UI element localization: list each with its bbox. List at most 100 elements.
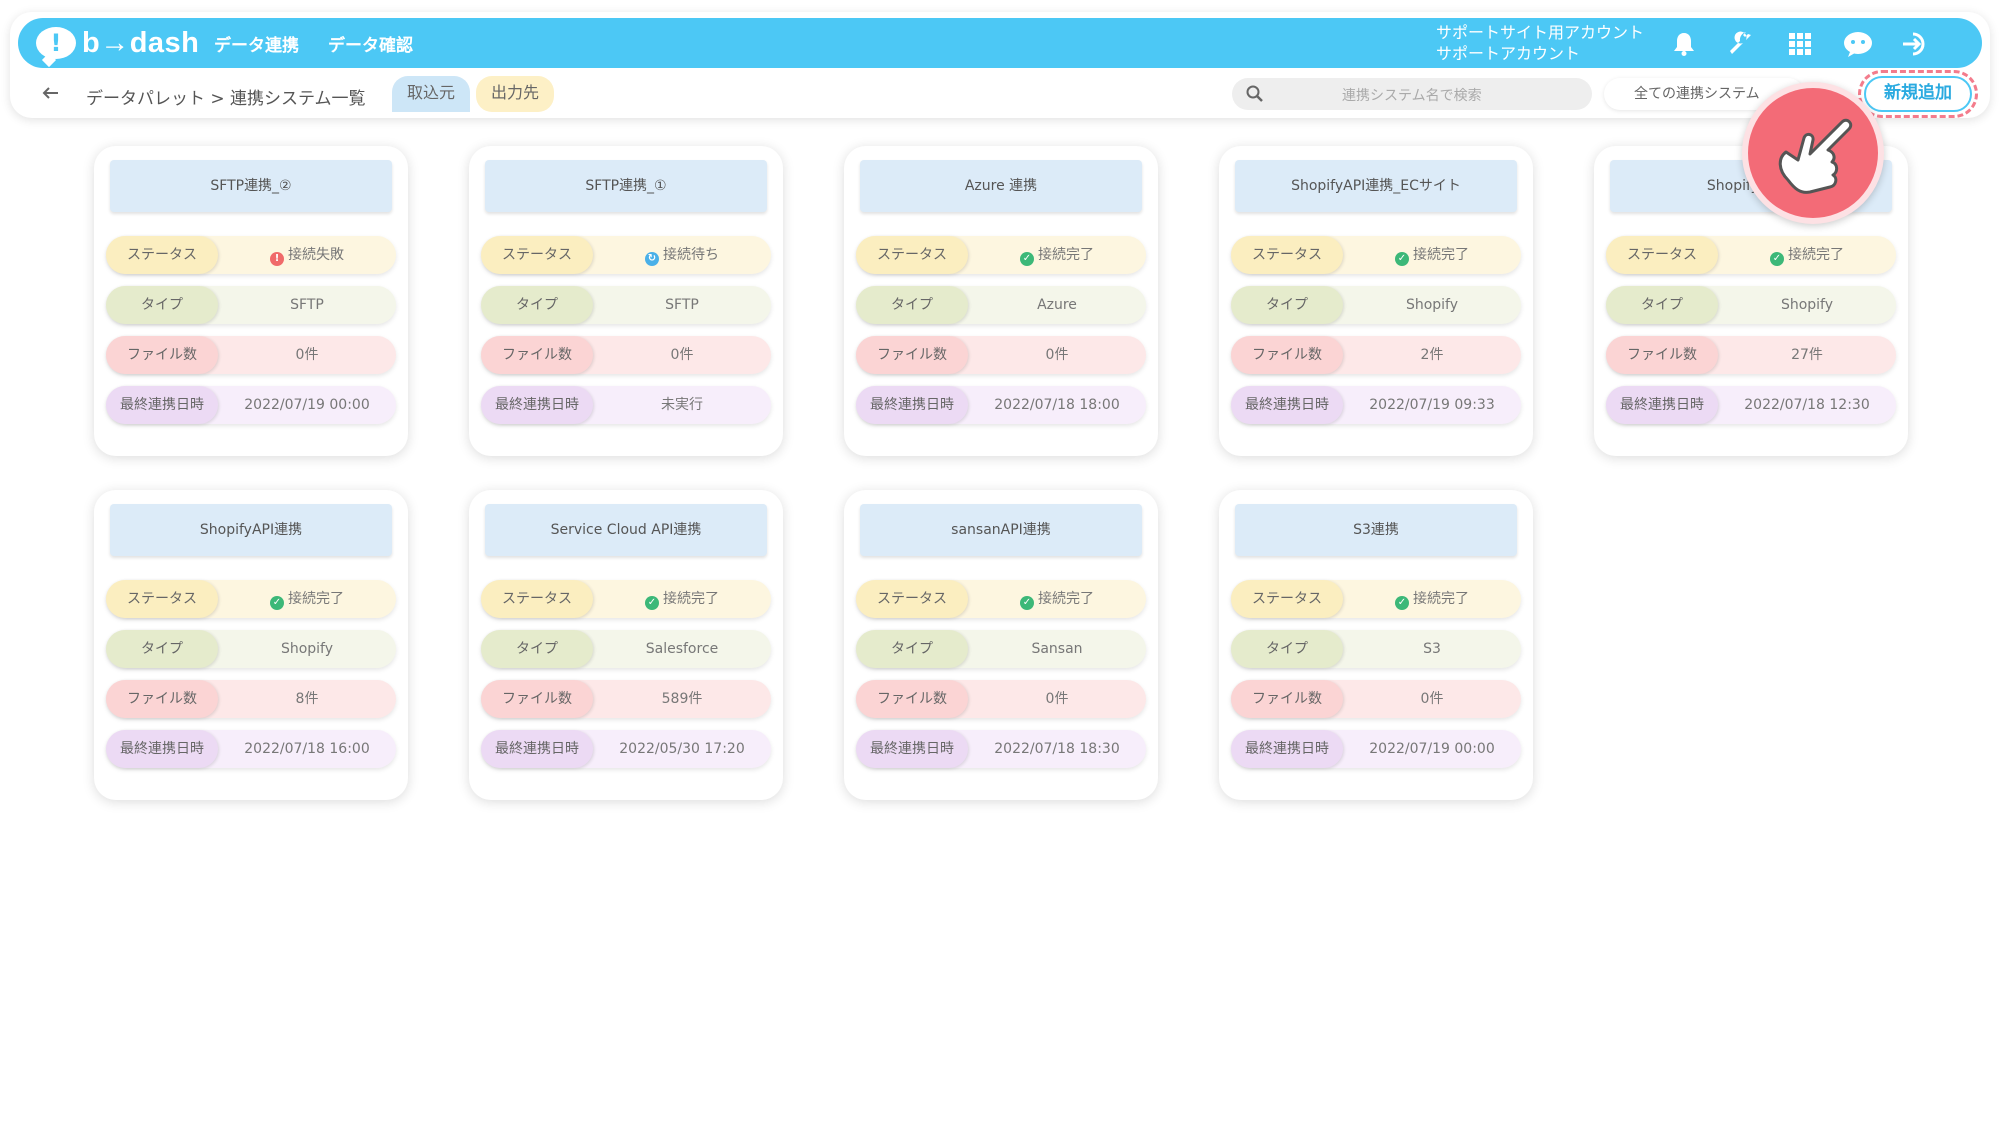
system-card[interactable]: S3連携 ステータス ✓ 接続完了 タイプ S3 ファイル数 0件 最終連携日時 … [1219, 490, 1533, 800]
type-row: タイプ Salesforce [481, 630, 771, 668]
system-card[interactable]: Service Cloud API連携 ステータス ✓ 接続完了 タイプ Sale… [469, 490, 783, 800]
last-sync-label: 最終連携日時 [856, 730, 968, 768]
system-card[interactable]: SFTP連携_① ステータス ↻ 接続待ち タイプ SFTP ファイル数 0件 最… [469, 146, 783, 456]
type-row: タイプ SFTP [481, 286, 771, 324]
status-row: ステータス ↻ 接続待ち [481, 236, 771, 274]
status-row: ステータス ✓ 接続完了 [106, 580, 396, 618]
account-site: サポートサイト用アカウント [1436, 23, 1645, 42]
file-count-label: ファイル数 [856, 680, 968, 718]
last-sync-value: 2022/05/30 17:20 [619, 741, 745, 757]
system-card[interactable]: SFTP連携_② ステータス ! 接続失敗 タイプ SFTP ファイル数 0件 最… [94, 146, 408, 456]
last-sync-value: 未実行 [661, 397, 703, 413]
file-count-row: ファイル数 0件 [481, 336, 771, 374]
card-title[interactable]: Service Cloud API連携 [485, 504, 767, 556]
last-sync-row: 最終連携日時 2022/07/19 00:00 [1231, 730, 1521, 768]
status-value: ✓ 接続完了 [968, 580, 1146, 618]
status-label: ステータス [1606, 236, 1718, 274]
type-value: Salesforce [645, 641, 719, 657]
file-count-row: ファイル数 8件 [106, 680, 396, 718]
search-placeholder: 連携システム名で検索 [1342, 88, 1482, 104]
nav-data-integration[interactable]: データ連携 [214, 31, 299, 56]
file-count-value: 27件 [1791, 347, 1823, 363]
logout-icon[interactable] [1898, 26, 1934, 62]
card-title[interactable]: SFTP連携_① [485, 160, 767, 212]
file-count-label: ファイル数 [1231, 680, 1343, 718]
file-count-label: ファイル数 [481, 336, 593, 374]
file-count-value: 0件 [1045, 691, 1069, 707]
type-label: タイプ [481, 630, 593, 668]
top-navigation-bar: ! b→dash データ連携 データ確認 サポートサイト用アカウント サポートア… [18, 18, 1982, 68]
status-label: ステータス [481, 580, 593, 618]
status-value: ✓ 接続完了 [1343, 580, 1521, 618]
last-sync-value: 2022/07/18 16:00 [244, 741, 370, 757]
file-count-row: ファイル数 27件 [1606, 336, 1896, 374]
file-count-value: 0件 [1420, 691, 1444, 707]
type-row: タイプ Sansan [856, 630, 1146, 668]
card-title[interactable]: ShopifyAPI連携_ECサイト [1235, 160, 1517, 212]
nav-data-check[interactable]: データ確認 [328, 31, 413, 56]
last-sync-value: 2022/07/19 00:00 [244, 397, 370, 413]
status-label: ステータス [1231, 580, 1343, 618]
add-new-button[interactable]: 新規追加 [1858, 70, 1978, 118]
type-value: Azure [1037, 297, 1077, 313]
status-ok-icon: ✓ [270, 596, 284, 610]
type-label: タイプ [1231, 286, 1343, 324]
system-card[interactable]: ShopifyAPI連携 ステータス ✓ 接続完了 タイプ Shopify ファイ… [94, 490, 408, 800]
file-count-label: ファイル数 [1606, 336, 1718, 374]
type-value: Shopify [280, 641, 334, 657]
search-icon [1246, 85, 1263, 102]
logo[interactable]: ! b→dash [36, 25, 199, 61]
card-title[interactable]: ShopifyAPI連携 [110, 504, 392, 556]
breadcrumb: データパレット > 連携システム一覧 [86, 89, 366, 109]
status-row: ステータス ✓ 接続完了 [1231, 236, 1521, 274]
status-ok-icon: ✓ [1020, 596, 1034, 610]
file-count-label: ファイル数 [481, 680, 593, 718]
file-count-row: ファイル数 0件 [1231, 680, 1521, 718]
status-ok-icon: ✓ [1770, 252, 1784, 266]
type-label: タイプ [1231, 630, 1343, 668]
card-title[interactable]: Azure 連携 [860, 160, 1142, 212]
type-row: タイプ SFTP [106, 286, 396, 324]
type-value: SFTP [290, 297, 324, 313]
last-sync-row: 最終連携日時 2022/07/18 18:00 [856, 386, 1146, 424]
bell-icon[interactable] [1666, 26, 1702, 62]
last-sync-row: 最終連携日時 未実行 [481, 386, 771, 424]
type-value: S3 [1423, 641, 1441, 657]
account-info[interactable]: サポートサイト用アカウント サポートアカウント [1436, 22, 1644, 64]
system-card[interactable]: ShopifyAPI連携_ECサイト ステータス ✓ 接続完了 タイプ Shopi… [1219, 146, 1533, 456]
last-sync-label: 最終連携日時 [1606, 386, 1718, 424]
status-ok-icon: ✓ [1395, 596, 1409, 610]
system-card[interactable]: sansanAPI連携 ステータス ✓ 接続完了 タイプ Sansan ファイル数… [844, 490, 1158, 800]
type-row: タイプ Shopify [1606, 286, 1896, 324]
file-count-value: 0件 [1045, 347, 1069, 363]
system-card[interactable]: Azure 連携 ステータス ✓ 接続完了 タイプ Azure ファイル数 0件 … [844, 146, 1158, 456]
last-sync-row: 最終連携日時 2022/07/18 16:00 [106, 730, 396, 768]
logo-bubble-icon: ! [36, 27, 76, 59]
card-title[interactable]: SFTP連携_② [110, 160, 392, 212]
tab-export-destination[interactable]: 出力先 [476, 76, 554, 112]
back-arrow-icon[interactable] [40, 82, 62, 104]
last-sync-value: 2022/07/19 00:00 [1369, 741, 1495, 757]
file-count-label: ファイル数 [106, 336, 218, 374]
search-input[interactable]: 連携システム名で検索 [1232, 78, 1592, 110]
chat-icon[interactable] [1840, 26, 1876, 62]
type-value: Shopify [1405, 297, 1459, 313]
wrench-icon[interactable] [1724, 26, 1760, 62]
status-row: ステータス ✓ 接続完了 [856, 236, 1146, 274]
status-row: ステータス ✓ 接続完了 [481, 580, 771, 618]
card-title[interactable]: sansanAPI連携 [860, 504, 1142, 556]
status-label: ステータス [856, 236, 968, 274]
tab-import-source[interactable]: 取込元 [392, 76, 470, 112]
grid-icon[interactable] [1782, 26, 1818, 62]
type-label: タイプ [106, 286, 218, 324]
last-sync-value: 2022/07/18 12:30 [1744, 397, 1870, 413]
card-title[interactable]: S3連携 [1235, 504, 1517, 556]
status-ok-icon: ✓ [1395, 252, 1409, 266]
type-row: タイプ Shopify [1231, 286, 1521, 324]
type-label: タイプ [106, 630, 218, 668]
status-row: ステータス ✓ 接続完了 [856, 580, 1146, 618]
last-sync-label: 最終連携日時 [481, 386, 593, 424]
last-sync-row: 最終連携日時 2022/07/19 09:33 [1231, 386, 1521, 424]
status-label: ステータス [106, 580, 218, 618]
status-row: ステータス ✓ 接続完了 [1606, 236, 1896, 274]
